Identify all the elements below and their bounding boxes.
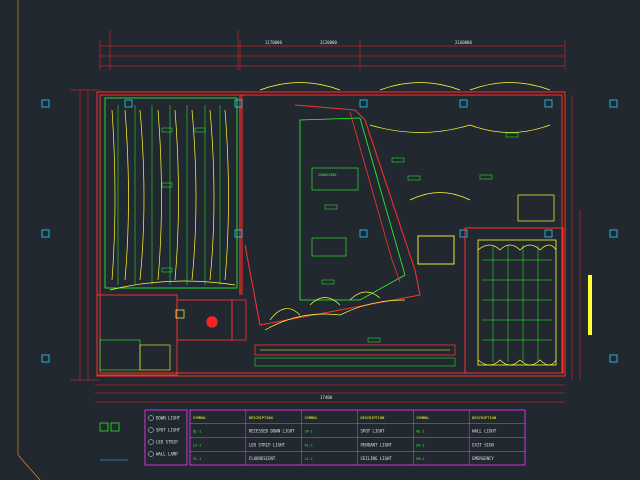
legend-table-cell: CEILING LIGHT: [361, 456, 393, 461]
legend-table-cell: WALL LIGHT: [472, 429, 497, 434]
legend-table-cell: RECESSED DOWN LIGHT: [249, 429, 295, 434]
dimension-top-3: 2160000: [455, 40, 472, 45]
legend-table-content: SYMBOL DESCRIPTION SYMBOL DESCRIPTION SYMBOL…: [190, 410, 525, 465]
legend-table-cell: DL-1: [193, 430, 201, 434]
left-dimension-lines: [70, 89, 100, 381]
upper-right-lights: [259, 82, 551, 201]
right-dimension-tag: [588, 275, 592, 335]
legend-table-cell: EMERGENCY: [472, 456, 494, 461]
room-label-center: 2500X2500: [318, 173, 336, 177]
legend-symbol-icon: [148, 451, 154, 457]
legend-table-cell: PENDANT LIGHT: [361, 442, 393, 447]
legend-table-cell: SP-1: [305, 430, 313, 434]
ceiling-lighting-plan: 1170000 3120000 2160000 17400 2500X2500 …: [17, 0, 618, 480]
dimension-top-2: 3120000: [320, 40, 337, 45]
bottom-corridor: [254, 344, 456, 367]
legend-table-cell: SPOT LIGHT: [361, 429, 386, 434]
right-showroom: [417, 194, 564, 374]
legend-table-cell: FLUORESCENT: [249, 456, 276, 461]
top-dimension-lines: [99, 30, 566, 70]
dimension-bottom: 17400: [320, 395, 333, 400]
central-display-wall: [244, 104, 421, 331]
legend-table-cell: CL-1: [305, 457, 313, 461]
legend-table-header: DESCRIPTION: [472, 416, 496, 420]
legend-symbol-label: DOWN LIGHT: [156, 416, 181, 421]
legend-table-cell: LS-1: [193, 443, 201, 447]
legend-table-cell: PL-1: [305, 443, 313, 447]
legend-table-cell: LED STRIP LIGHT: [249, 442, 286, 447]
legend-symbol-list: DOWN LIGHT SPOT LIGHT LED STRIP WALL LAMP: [148, 415, 181, 457]
outer-walls: [96, 91, 566, 377]
legend-symbol-label: SPOT LIGHT: [156, 428, 181, 433]
legend-symbol-label: WALL LAMP: [156, 452, 178, 457]
legend-table-header: DESCRIPTION: [249, 416, 273, 420]
dimension-top-1: 1170000: [265, 40, 282, 45]
legend-table-cell: EX-1: [416, 443, 424, 447]
legend-table-header: SYMBOL: [305, 416, 318, 420]
right-dimension-lines: [571, 95, 581, 380]
legend-table-header: SYMBOL: [193, 416, 206, 420]
legend-table-header: SYMBOL: [416, 416, 429, 420]
legend-symbol-icon: [148, 439, 154, 445]
legend-table-header: DESCRIPTION: [361, 416, 385, 420]
legend-table-cell: EM-1: [416, 457, 424, 461]
legend-table-cell: FL-1: [193, 457, 201, 461]
legend-symbol-icon: [148, 427, 154, 433]
left-shelving-area: [104, 97, 238, 291]
legend-table-cell: WL-1: [416, 430, 424, 434]
legend-symbol-icon: [148, 415, 154, 421]
lower-left-rooms: [96, 294, 247, 376]
legend-table-cell: EXIT SIGN: [472, 442, 494, 447]
legend-symbol-label: LED STRIP: [156, 440, 178, 445]
